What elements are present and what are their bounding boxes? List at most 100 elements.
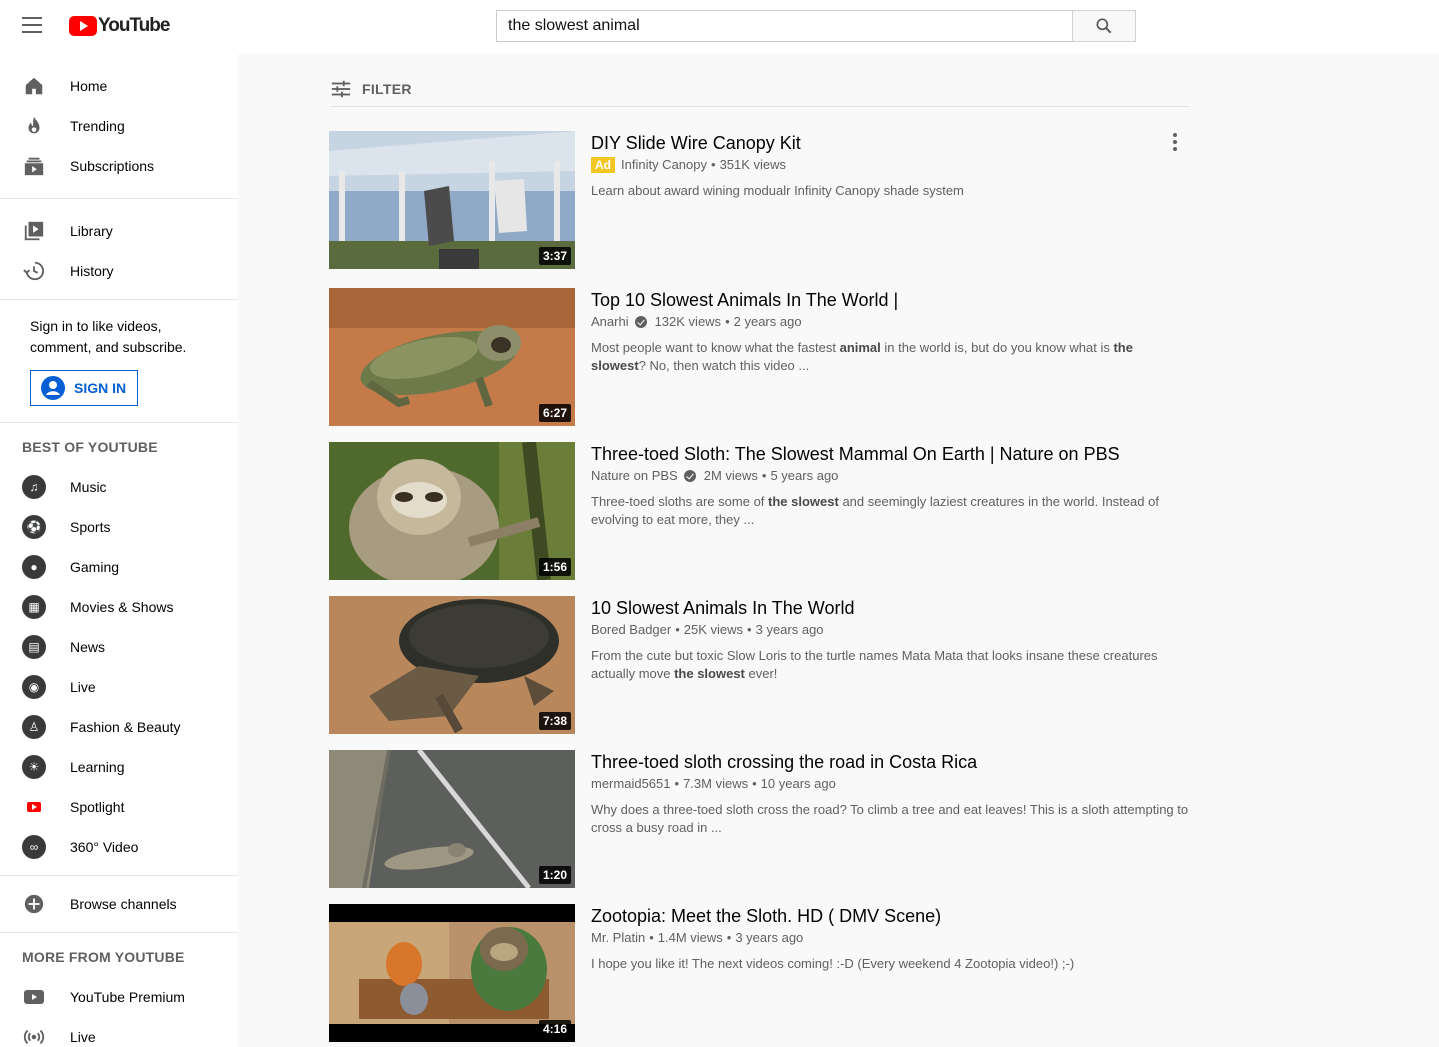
sidebar-item-live[interactable]: ◉ Live xyxy=(0,667,238,707)
sign-in-button[interactable]: SIGN IN xyxy=(30,370,139,406)
sidebar-item-label: Music xyxy=(70,479,107,495)
spotlight-icon xyxy=(22,795,46,819)
sidebar-item-gaming[interactable]: ● Gaming xyxy=(0,547,238,587)
view-count: 7.3M views xyxy=(683,776,749,791)
account-icon xyxy=(41,376,65,400)
video-thumbnail[interactable]: 3:37 xyxy=(329,131,575,269)
sidebar-item-label: 360° Video xyxy=(70,839,139,855)
video-description: Three-toed sloths are some of the slowes… xyxy=(591,494,1159,527)
sidebar-item-label: Gaming xyxy=(70,559,120,575)
more-options-icon[interactable] xyxy=(1173,133,1177,153)
video-title[interactable]: 10 Slowest Animals In The World xyxy=(591,596,1191,620)
video-meta: mermaid5651 • 7.3M views • 10 years ago xyxy=(591,774,1191,794)
channel-name[interactable]: Mr. Platin xyxy=(591,928,645,948)
section-title: MORE FROM YOUTUBE xyxy=(22,949,185,965)
sidebar-item-library[interactable]: Library xyxy=(0,211,238,251)
sidebar-item-spotlight[interactable]: Spotlight xyxy=(0,787,238,827)
music-icon: ♫ xyxy=(22,475,46,499)
signin-prompt: Sign in to like videos, comment, and sub… xyxy=(0,300,238,422)
sidebar-item-label: Library xyxy=(70,223,113,239)
video-title[interactable]: Three-toed Sloth: The Slowest Mammal On … xyxy=(591,442,1191,466)
view-count: 2M views xyxy=(703,468,758,483)
video-duration: 7:38 xyxy=(538,712,571,730)
separator-dot: • xyxy=(675,622,680,637)
sidebar-item-sports[interactable]: ⚽ Sports xyxy=(0,507,238,547)
video-meta: Mr. Platin • 1.4M views • 3 years ago xyxy=(591,928,1191,948)
sidebar-item-label: Spotlight xyxy=(70,799,125,815)
sidebar-item-movies-shows[interactable]: ▦ Movies & Shows xyxy=(0,587,238,627)
sidebar-item-youtube-premium[interactable]: YouTube Premium xyxy=(0,977,238,1017)
channel-name[interactable]: Infinity Canopy xyxy=(621,155,707,175)
video-thumbnail[interactable]: 1:20 xyxy=(329,750,575,888)
video-info: DIY Slide Wire Canopy Kit Ad Infinity Ca… xyxy=(591,131,1191,200)
video-title[interactable]: Three-toed sloth crossing the road in Co… xyxy=(591,750,1191,774)
menu-icon[interactable] xyxy=(22,17,46,37)
sidebar-item-history[interactable]: History xyxy=(0,251,238,291)
filter-button[interactable]: FILTER xyxy=(330,74,1190,107)
sidebar-item-home[interactable]: Home xyxy=(0,66,238,106)
search-input[interactable] xyxy=(496,10,1072,42)
masthead: YouTube xyxy=(0,0,1439,54)
video-result[interactable]: 1:56 Three-toed Sloth: The Slowest Mamma… xyxy=(329,442,1191,580)
sidebar-item-label: Fashion & Beauty xyxy=(70,719,181,735)
sidebar-item-360-video[interactable]: ∞ 360° Video xyxy=(0,827,238,867)
video-duration: 4:16 xyxy=(538,1020,571,1038)
ad-badge: Ad xyxy=(591,157,615,173)
sidebar-item-trending[interactable]: Trending xyxy=(0,106,238,146)
youtube-premium-icon xyxy=(22,985,46,1009)
upload-age: 2 years ago xyxy=(733,314,802,329)
video-thumbnail[interactable]: 4:16 xyxy=(329,904,575,1042)
video-description: I hope you like it! The next videos comi… xyxy=(591,956,1075,971)
video-result[interactable]: 6:27 Top 10 Slowest Animals In The World… xyxy=(329,288,1191,426)
sidebar-item-browse-channels[interactable]: Browse channels xyxy=(0,884,238,924)
video-thumbnail[interactable]: 7:38 xyxy=(329,596,575,734)
video-title[interactable]: DIY Slide Wire Canopy Kit xyxy=(591,131,1191,155)
video-description: Learn about award wining modualr Infinit… xyxy=(591,183,964,198)
view-count: 1.4M views xyxy=(657,930,723,945)
video-meta: Ad Infinity Canopy • 351K views xyxy=(591,155,1191,175)
video-duration: 1:20 xyxy=(538,866,571,884)
video-thumbnail[interactable]: 6:27 xyxy=(329,288,575,426)
sidebar-item-news[interactable]: ▤ News xyxy=(0,627,238,667)
sidebar-item-music[interactable]: ♫ Music xyxy=(0,467,238,507)
view-count: 132K views xyxy=(654,314,722,329)
video-title[interactable]: Zootopia: Meet the Sloth. HD ( DMV Scene… xyxy=(591,904,1191,928)
live-broadcast-icon xyxy=(22,1025,46,1047)
sidebar-item-label: YouTube Premium xyxy=(70,989,185,1005)
channel-name[interactable]: Bored Badger xyxy=(591,620,671,640)
sidebar-item-subscriptions[interactable]: Subscriptions xyxy=(0,146,238,186)
filter-label: FILTER xyxy=(362,81,412,97)
separator-dot: • xyxy=(752,776,757,791)
search-button[interactable] xyxy=(1072,10,1136,42)
video-info: Three-toed sloth crossing the road in Co… xyxy=(591,750,1191,837)
learning-icon: ☀ xyxy=(22,755,46,779)
history-icon xyxy=(22,259,46,283)
channel-name[interactable]: Nature on PBS xyxy=(591,466,678,486)
channel-name[interactable]: Anarhi xyxy=(591,312,629,332)
video-duration: 1:56 xyxy=(538,558,571,576)
video-result[interactable]: 3:37 DIY Slide Wire Canopy Kit Ad Infini… xyxy=(329,131,1191,269)
video-description: Why does a three-toed sloth cross the ro… xyxy=(591,802,1189,835)
sidebar-item-live-more[interactable]: Live xyxy=(0,1017,238,1047)
video-result[interactable]: 1:20 Three-toed sloth crossing the road … xyxy=(329,750,1191,888)
video-result[interactable]: 4:16 Zootopia: Meet the Sloth. HD ( DMV … xyxy=(329,904,1191,1042)
video-info: Three-toed Sloth: The Slowest Mammal On … xyxy=(591,442,1191,529)
channel-name[interactable]: mermaid5651 xyxy=(591,774,671,794)
separator-dot: • xyxy=(674,776,680,791)
sidebar-item-label: Learning xyxy=(70,759,125,775)
video-thumbnail[interactable]: 1:56 xyxy=(329,442,575,580)
home-icon xyxy=(22,74,46,98)
video-result[interactable]: 7:38 10 Slowest Animals In The World Bor… xyxy=(329,596,1191,734)
library-icon xyxy=(22,219,46,243)
search-icon xyxy=(1096,18,1112,34)
section-title: BEST OF YOUTUBE xyxy=(22,439,158,455)
sidebar-item-learning[interactable]: ☀ Learning xyxy=(0,747,238,787)
live-icon: ◉ xyxy=(22,675,46,699)
video-title[interactable]: Top 10 Slowest Animals In The World | xyxy=(591,288,1191,312)
separator-dot: • xyxy=(726,930,732,945)
youtube-logo[interactable]: YouTube xyxy=(69,14,170,38)
video-duration: 3:37 xyxy=(538,247,571,265)
sidebar-item-fashion-beauty[interactable]: ♙ Fashion & Beauty xyxy=(0,707,238,747)
view-count: 25K views xyxy=(683,622,744,637)
separator-dot: • xyxy=(747,622,752,637)
